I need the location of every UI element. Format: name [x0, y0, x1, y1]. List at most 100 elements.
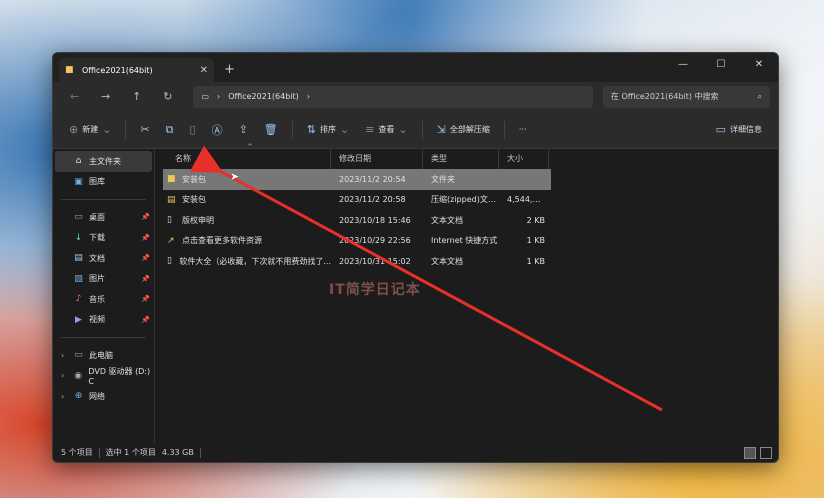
paste-button[interactable]: ▯ [184, 117, 202, 143]
sidebar-item-label: 文档 [89, 253, 105, 263]
sidebar-item-network[interactable]: › ⊕ 网络 [53, 386, 154, 407]
copy-button[interactable]: ⧉ [160, 117, 180, 143]
chevron-right-icon[interactable]: › [217, 92, 220, 101]
file-type: 压缩(zipped)文件... [431, 195, 499, 205]
window-controls: — ☐ ✕ [664, 53, 778, 75]
rename-button[interactable]: Ⓐ [206, 117, 229, 143]
chevron-right-icon[interactable]: › [61, 351, 64, 360]
title-bar: ■ Office2021(64bit) ✕ + — ☐ ✕ [53, 53, 778, 82]
back-button[interactable]: ← [61, 90, 88, 103]
view-label: 查看 [378, 125, 395, 134]
file-name: 点击查看更多软件资源 [182, 236, 262, 246]
plus-circle-icon: ⊕ [69, 123, 79, 136]
sidebar-item-this-pc[interactable]: › ▭ 此电脑 [53, 345, 154, 366]
sort-button[interactable]: ⇅ 排序 ⌄ [301, 117, 355, 143]
sidebar-item-label: 下载 [89, 233, 105, 243]
sidebar-item-gallery[interactable]: ▣ 图库 [53, 172, 154, 193]
details-button[interactable]: ▭ 详细信息 [710, 117, 768, 143]
refresh-button[interactable]: ↻ [154, 90, 181, 103]
sidebar-item-home[interactable]: ⌂ 主文件夹 [55, 151, 152, 172]
search-input[interactable]: 在 Office2021(64bit) 中搜索 ⌕ [602, 85, 770, 108]
table-row[interactable]: ▯ 版权申明 2023/10/18 15:46 文本文档 2 KB [155, 210, 778, 231]
column-header-size[interactable]: 大小 [499, 149, 549, 169]
new-button[interactable]: ⊕ 新建 ⌄ [63, 117, 117, 143]
address-bar[interactable]: ▭ › Office2021(64bit) › [193, 85, 593, 108]
file-name-cell: ■ 安装包 [163, 174, 331, 185]
close-tab-icon[interactable]: ✕ [200, 65, 208, 76]
rename-icon: Ⓐ [211, 123, 223, 137]
table-row[interactable]: ▤ 安装包 2023/11/2 20:58 压缩(zipped)文件... 4,5… [155, 190, 778, 211]
more-icon: ··· [518, 125, 527, 134]
divider [98, 447, 100, 458]
share-button[interactable]: ⇪ [233, 117, 254, 143]
new-tab-button[interactable]: + [224, 62, 235, 77]
clipboard-icon: ▯ [189, 123, 196, 136]
file-name-cell: ▯ 软件大全（必收藏，下次就不用费劲找了... [155, 256, 331, 267]
tab-office2021[interactable]: ■ Office2021(64bit) ✕ [59, 58, 214, 82]
content-area: ⌂ 主文件夹 ▣ 图库 ▭ 桌面 📌 ↓ 下载 📌 ▤ 文档 📌 ▨ 图片 📌 … [53, 143, 778, 443]
list-icon: ≡ [365, 123, 375, 136]
extract-icon: ⇲ [436, 123, 446, 136]
sidebar-item-label: 此电脑 [89, 350, 113, 360]
divider [199, 447, 201, 458]
minimize-button[interactable]: — [664, 53, 702, 75]
sidebar-item-pictures[interactable]: ▨ 图片 📌 [53, 269, 154, 290]
video-icon: ▶ [75, 314, 82, 325]
share-icon: ⇪ [238, 123, 248, 136]
file-explorer-window: ■ Office2021(64bit) ✕ + — ☐ ✕ ← → ↑ ↻ ▭ … [52, 52, 779, 463]
extract-all-button[interactable]: ⇲ 全部解压缩 [431, 117, 496, 143]
file-name: 版权申明 [182, 215, 214, 225]
column-header-name[interactable]: 名称 [155, 149, 331, 169]
sidebar-item-documents[interactable]: ▤ 文档 📌 [53, 248, 154, 269]
file-list-pane: ^ 名称 修改日期 类型 大小 ■ 安装包 2023/11/2 20:54 文件夹… [155, 143, 778, 443]
tiles-view-button[interactable] [760, 446, 772, 459]
navigation-pane: ⌂ 主文件夹 ▣ 图库 ▭ 桌面 📌 ↓ 下载 📌 ▤ 文档 📌 ▨ 图片 📌 … [53, 149, 155, 443]
sidebar-item-videos[interactable]: ▶ 视频 📌 [53, 310, 154, 331]
pin-icon[interactable]: 📌 [141, 275, 150, 283]
view-button[interactable]: ≡ 查看 ⌄ [359, 117, 413, 143]
table-row[interactable]: ■ 安装包 2023/11/2 20:54 文件夹 [163, 169, 551, 190]
chevron-right-icon[interactable]: › [61, 392, 64, 401]
search-placeholder: 在 Office2021(64bit) 中搜索 [610, 92, 719, 101]
shortcut-icon: ↗ [167, 235, 175, 246]
breadcrumb-office2021[interactable]: Office2021(64bit) [228, 92, 299, 101]
table-row[interactable]: ↗ 点击查看更多软件资源 2023/10/29 22:56 Internet 快捷… [155, 231, 778, 252]
search-icon[interactable]: ⌕ [757, 92, 761, 102]
file-type: Internet 快捷方式 [431, 236, 498, 246]
details-view-button[interactable] [744, 446, 756, 459]
file-size: 1 KB [526, 236, 545, 246]
close-window-button[interactable]: ✕ [740, 53, 778, 75]
pin-icon[interactable]: 📌 [141, 295, 150, 303]
pin-icon[interactable]: 📌 [141, 234, 150, 242]
table-row[interactable]: ▯ 软件大全（必收藏，下次就不用费劲找了... 2023/10/31 15:02 … [155, 251, 778, 272]
divider [125, 120, 127, 139]
copy-icon: ⧉ [165, 122, 174, 136]
chevron-right-icon[interactable]: › [307, 92, 310, 101]
sidebar-item-label: 视频 [89, 315, 105, 325]
more-options-button[interactable]: ··· [513, 117, 533, 143]
pin-icon[interactable]: 📌 [141, 213, 150, 221]
column-header-date[interactable]: 修改日期 [331, 149, 423, 169]
file-name-cell: ▯ 版权申明 [155, 215, 331, 226]
sort-label: 排序 [319, 125, 336, 134]
sidebar-item-dvd-drive[interactable]: › ◉ DVD 驱动器 (D:) C [53, 366, 154, 387]
sidebar-item-downloads[interactable]: ↓ 下载 📌 [53, 228, 154, 249]
disc-icon: ◉ [74, 370, 83, 381]
sidebar-item-music[interactable]: ♪ 音乐 📌 [53, 289, 154, 310]
up-button[interactable]: ↑ [123, 90, 150, 103]
pin-icon[interactable]: 📌 [141, 316, 150, 324]
maximize-button[interactable]: ☐ [702, 53, 740, 75]
gallery-icon: ▣ [74, 176, 83, 187]
file-name: 安装包 [182, 195, 206, 205]
sidebar-item-label: 主文件夹 [89, 156, 121, 166]
sidebar-item-desktop[interactable]: ▭ 桌面 📌 [53, 207, 154, 228]
chevron-right-icon[interactable]: › [61, 371, 64, 380]
pin-icon[interactable]: 📌 [141, 254, 150, 262]
file-size: 4,544,738... [507, 195, 549, 205]
delete-button[interactable]: 🗑 [258, 117, 284, 143]
cut-button[interactable]: ✂ [134, 117, 155, 143]
document-icon: ▤ [74, 253, 83, 264]
column-header-type[interactable]: 类型 [423, 149, 499, 169]
divider [291, 120, 293, 139]
forward-button[interactable]: → [92, 90, 119, 103]
